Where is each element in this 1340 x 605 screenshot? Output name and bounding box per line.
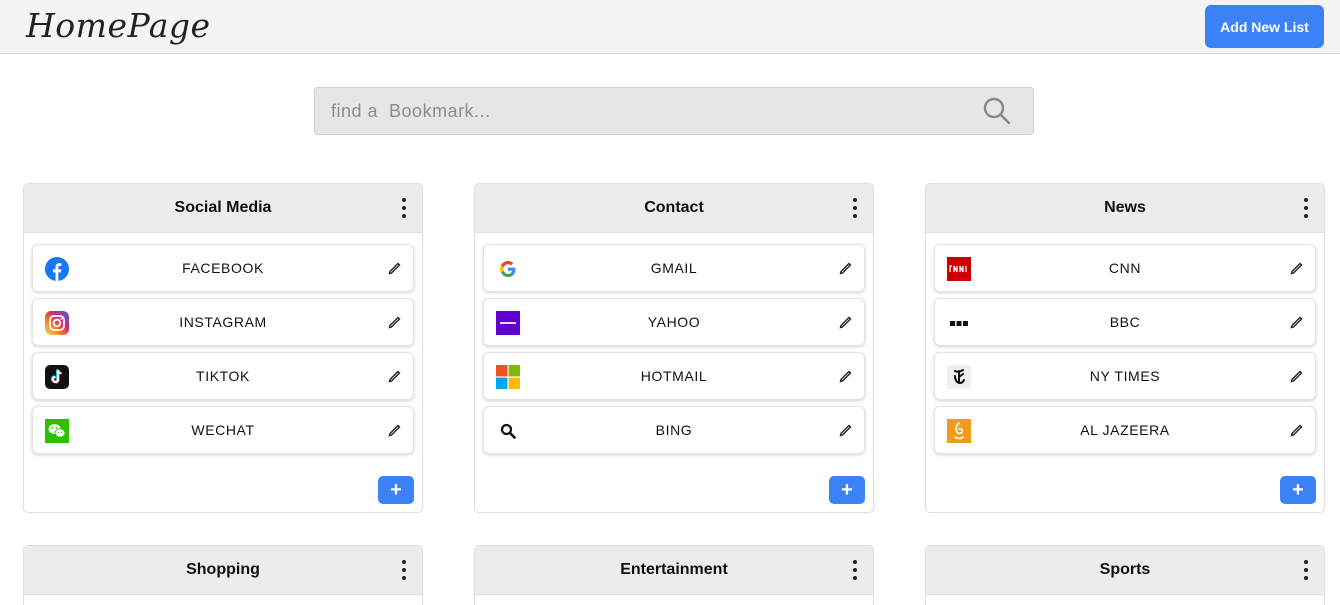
pencil-icon[interactable] (838, 368, 854, 384)
add-bookmark-button[interactable]: + (829, 476, 865, 504)
pencil-icon[interactable] (838, 260, 854, 276)
bookmark-label: HOTMAIL (640, 368, 708, 384)
list-header: Sports (926, 546, 1324, 595)
bookmark-list-social-media: Social Media FACEBOOK INSTAGRAM TIKTOK W… (23, 183, 423, 513)
pencil-icon[interactable] (838, 422, 854, 438)
google-icon (500, 261, 516, 277)
microsoft-icon (496, 365, 520, 389)
search-input[interactable] (315, 88, 975, 134)
pencil-icon[interactable] (1289, 260, 1305, 276)
add-new-list-button[interactable]: Add New List (1205, 5, 1324, 48)
instagram-icon (45, 311, 69, 335)
pencil-icon[interactable] (387, 314, 403, 330)
list-menu-icon[interactable] (1300, 198, 1312, 218)
list-menu-icon[interactable] (849, 560, 861, 580)
add-bookmark-button[interactable]: + (378, 476, 414, 504)
list-menu-icon[interactable] (398, 198, 410, 218)
magnifier-icon (500, 423, 516, 439)
pencil-icon[interactable] (1289, 368, 1305, 384)
bookmark-item[interactable]: TIKTOK (32, 352, 414, 400)
list-title: Social Media (174, 199, 272, 216)
pencil-icon[interactable] (387, 368, 403, 384)
bookmark-item[interactable]: GMAIL (483, 244, 865, 292)
bookmark-label: INSTAGRAM (179, 314, 267, 330)
list-menu-icon[interactable] (1300, 560, 1312, 580)
bookmark-item[interactable]: BBC (934, 298, 1316, 346)
cnn-icon (947, 257, 971, 281)
list-header: News (926, 184, 1324, 233)
top-bar: HomePage Add New List (0, 0, 1340, 54)
bookmark-label: BING (655, 422, 693, 438)
bookmark-item[interactable]: YAHOO (483, 298, 865, 346)
aljazeera-icon (947, 419, 971, 443)
pencil-icon[interactable] (1289, 314, 1305, 330)
bookmark-item[interactable]: INSTAGRAM (32, 298, 414, 346)
wechat-icon (45, 419, 69, 443)
list-header: Shopping (24, 546, 422, 595)
bookmark-list-entertainment: Entertainment (474, 545, 874, 605)
bookmark-item[interactable]: WECHAT (32, 406, 414, 454)
bookmark-label: NY TIMES (1089, 368, 1161, 384)
facebook-icon (45, 257, 69, 281)
list-title: Shopping (186, 561, 260, 578)
bookmark-item[interactable]: AL JAZEERA (934, 406, 1316, 454)
bookmark-list-shopping: Shopping (23, 545, 423, 605)
bookmark-label: CNN (1108, 260, 1142, 276)
bookmark-item[interactable]: FACEBOOK (32, 244, 414, 292)
bookmark-label: TIKTOK (196, 368, 250, 384)
pencil-icon[interactable] (1289, 422, 1305, 438)
yahoo-icon (496, 311, 520, 335)
bookmark-list-contact: Contact GMAIL YAHOO HOTMAIL BING + (474, 183, 874, 513)
bookmark-label: WECHAT (191, 422, 255, 438)
list-header: Entertainment (475, 546, 873, 595)
list-header: Social Media (24, 184, 422, 233)
bbc-icon (950, 321, 968, 326)
app-logo[interactable]: HomePage (26, 6, 211, 45)
pencil-icon[interactable] (387, 422, 403, 438)
list-title: Sports (1099, 561, 1151, 578)
list-menu-icon[interactable] (849, 198, 861, 218)
bookmark-label: BBC (1109, 314, 1141, 330)
pencil-icon[interactable] (387, 260, 403, 276)
bookmark-label: AL JAZEERA (1080, 422, 1170, 438)
add-bookmark-button[interactable]: + (1280, 476, 1316, 504)
pencil-icon[interactable] (838, 314, 854, 330)
list-title: Contact (644, 199, 704, 216)
bookmark-label: GMAIL (650, 260, 698, 276)
list-header: Contact (475, 184, 873, 233)
bookmark-list-news: News CNN BBC NY TIMES AL JAZEERA + (925, 183, 1325, 513)
tiktok-icon (45, 365, 69, 389)
bookmark-item[interactable]: CNN (934, 244, 1316, 292)
search-icon[interactable] (982, 96, 1012, 126)
list-title: Entertainment (620, 561, 728, 578)
list-menu-icon[interactable] (398, 560, 410, 580)
nytimes-icon (947, 365, 971, 389)
bookmark-item[interactable]: BING (483, 406, 865, 454)
bookmark-label: YAHOO (647, 314, 701, 330)
bookmark-label: FACEBOOK (182, 260, 264, 276)
search-bar (314, 87, 1034, 135)
bookmark-item[interactable]: HOTMAIL (483, 352, 865, 400)
bookmark-list-sports: Sports (925, 545, 1325, 605)
list-title: News (1104, 199, 1146, 216)
bookmark-item[interactable]: NY TIMES (934, 352, 1316, 400)
